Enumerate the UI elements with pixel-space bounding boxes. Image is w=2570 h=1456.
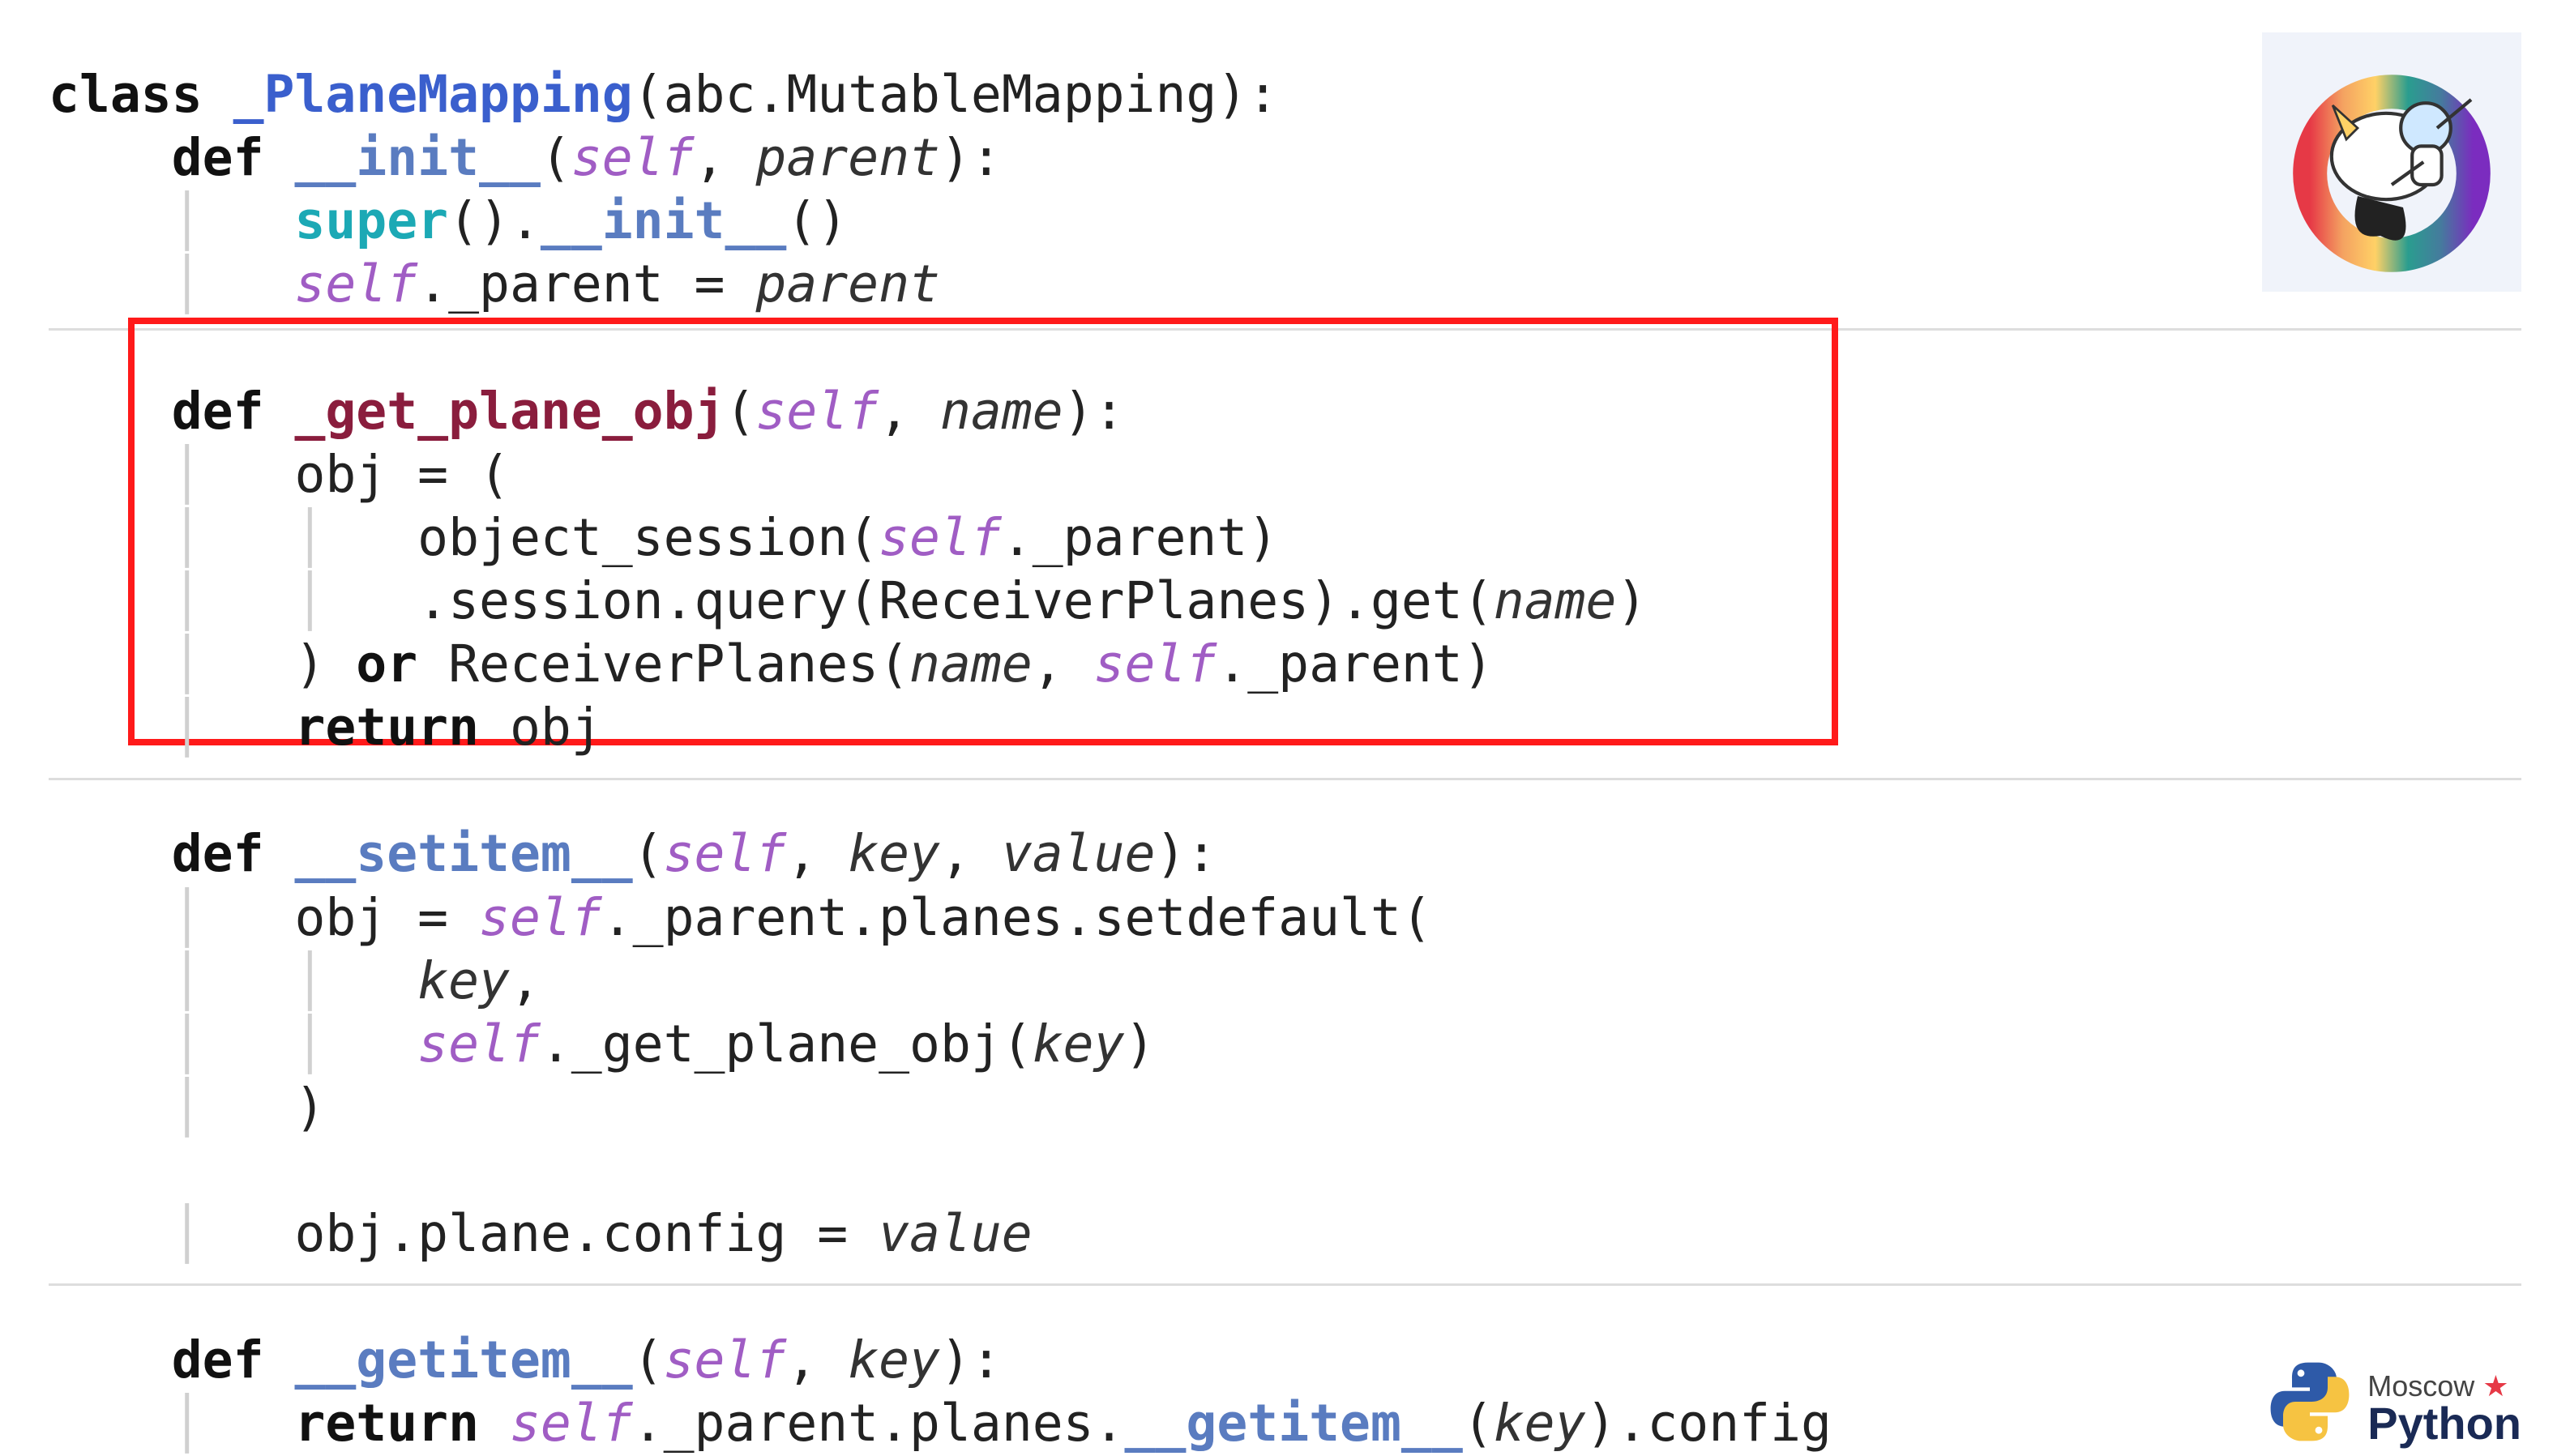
- line: │ │ key,: [49, 951, 541, 1010]
- line: │ return self._parent.planes.__getitem__…: [49, 1394, 1832, 1453]
- line: def __getitem__(self, key):: [49, 1330, 1002, 1390]
- line: def _get_plane_obj(self, name):: [49, 382, 1125, 441]
- line: │ obj = self._parent.planes.setdefault(: [49, 888, 1432, 947]
- line: │ │ object_session(self._parent): [49, 508, 1278, 567]
- line: │ self._parent = parent: [49, 254, 940, 314]
- line: │ return obj: [49, 698, 602, 757]
- line: [49, 1141, 79, 1200]
- python-logo-icon: [2265, 1357, 2354, 1446]
- code-block: class _PlaneMapping(abc.MutableMapping):…: [49, 0, 1832, 1456]
- line: │ │ self._get_plane_obj(key): [49, 1014, 1155, 1074]
- logo-text: Moscow ★ Python: [2367, 1372, 2521, 1446]
- line: [49, 1267, 79, 1326]
- moscow-python-logo: Moscow ★ Python: [2265, 1357, 2521, 1446]
- line: class _PlaneMapping(abc.MutableMapping):: [49, 65, 1278, 124]
- line: │ ) or ReceiverPlanes(name, self._parent…: [49, 634, 1494, 694]
- slide: class _PlaneMapping(abc.MutableMapping):…: [0, 0, 2570, 1446]
- line: │ super().__init__(): [49, 191, 848, 250]
- line: │ obj = (: [49, 445, 510, 504]
- line: │ ): [49, 1078, 325, 1137]
- line: │ │ .session.query(ReceiverPlanes).get(n…: [49, 571, 1647, 630]
- unicorn-astronaut-icon: [2262, 32, 2521, 292]
- line: [49, 318, 79, 378]
- line: [49, 761, 79, 820]
- line: │ obj.plane.config = value: [49, 1204, 1033, 1263]
- line: def __init__(self, parent):: [49, 128, 1002, 187]
- line: def __setitem__(self, key, value):: [49, 824, 1217, 883]
